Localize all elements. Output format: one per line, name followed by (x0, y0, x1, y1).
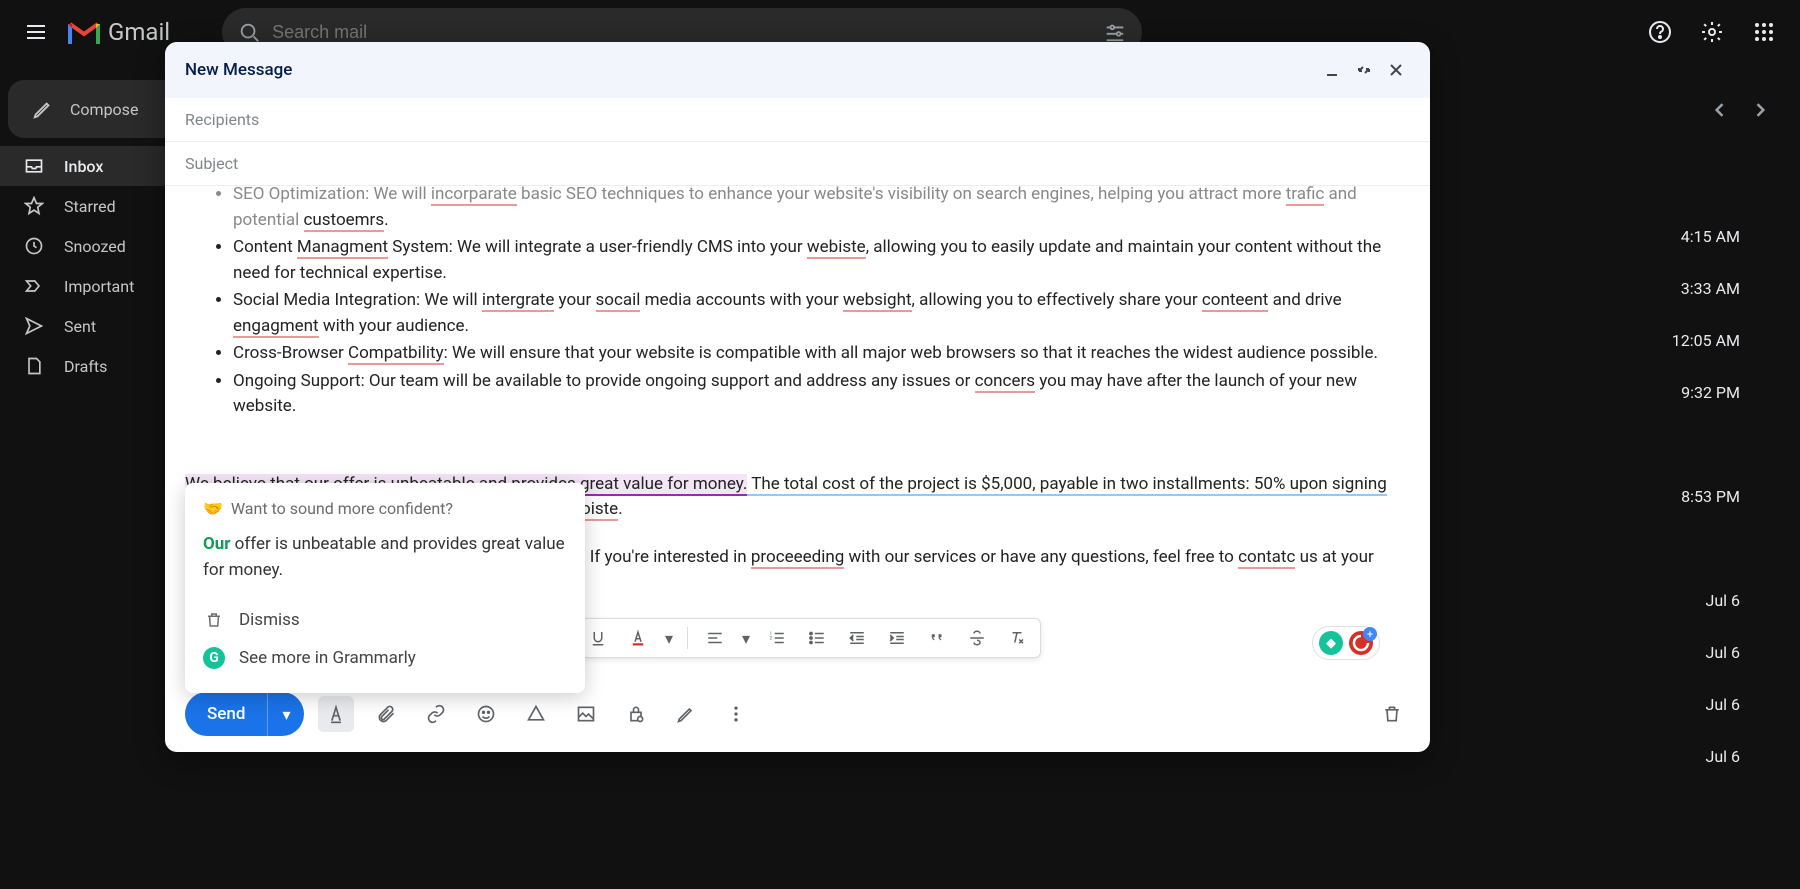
grammarly-suggestion[interactable]: Our offer is unbeatable and provides gre… (203, 532, 567, 583)
search-icon (238, 21, 260, 43)
close-icon[interactable] (1382, 56, 1410, 84)
grammarly-prompt: 🤝 Want to sound more confident? (203, 499, 567, 518)
grammarly-popup: 🤝 Want to sound more confident? Our offe… (185, 483, 585, 693)
send-icon (24, 316, 44, 336)
attach-icon[interactable] (368, 696, 404, 732)
minimize-icon[interactable] (1318, 56, 1346, 84)
svg-text:2: 2 (770, 636, 773, 642)
clear-format-icon[interactable] (1004, 625, 1030, 651)
gmail-logo[interactable]: Gmail (68, 18, 170, 46)
grammarly-status-icon: + (1349, 631, 1373, 655)
sidebar-item-label: Drafts (64, 357, 107, 376)
subject-field[interactable]: Subject (165, 142, 1430, 186)
text-color-icon[interactable] (625, 625, 651, 651)
list-item: Social Media Integration: We will interg… (233, 288, 1410, 339)
chevron-left-icon[interactable] (1710, 100, 1730, 120)
image-icon[interactable] (568, 696, 604, 732)
list-item: Cross-Browser Compatbility: We will ensu… (233, 341, 1410, 367)
list-item: SEO Optimization: We will incorparate ba… (233, 186, 1410, 233)
plus-badge-icon: + (1363, 627, 1377, 641)
send-button[interactable]: Send ▾ (185, 692, 304, 736)
sidebar-item-label: Snoozed (64, 237, 126, 256)
grammarly-diamond-icon: ◆ (1319, 631, 1343, 655)
file-icon (24, 356, 44, 376)
body-paragraph: . If you're interested in proceeeding wi… (581, 545, 1410, 571)
body-paragraph: oiste. (581, 497, 1410, 523)
compose-title: New Message (185, 60, 292, 80)
strikethrough-icon[interactable] (964, 625, 990, 651)
fullscreen-icon[interactable] (1350, 56, 1378, 84)
signature-icon[interactable] (668, 696, 704, 732)
link-icon[interactable] (418, 696, 454, 732)
grammarly-logo-icon: G (203, 647, 225, 669)
pencil-icon (32, 98, 54, 120)
indent-more-icon[interactable] (884, 625, 910, 651)
grammarly-seemore-button[interactable]: G See more in Grammarly (203, 639, 567, 677)
trash-icon[interactable] (1374, 696, 1410, 732)
grammarly-badge[interactable]: ◆ + (1312, 626, 1380, 660)
recipients-field[interactable]: Recipients (165, 98, 1430, 142)
indent-less-icon[interactable] (844, 625, 870, 651)
more-icon[interactable] (718, 696, 754, 732)
emoji-icon[interactable] (468, 696, 504, 732)
compose-header: New Message (165, 42, 1430, 98)
sidebar-item-label: Starred (64, 197, 116, 216)
help-icon[interactable] (1640, 12, 1680, 52)
search-input[interactable] (272, 22, 1092, 43)
grammarly-dismiss-button[interactable]: Dismiss (203, 601, 567, 639)
sidebar-item-label: Sent (64, 317, 96, 336)
tune-icon[interactable] (1104, 21, 1126, 43)
align-icon[interactable] (702, 625, 728, 651)
list-item: Content Managment System: We will integr… (233, 235, 1410, 286)
bullet-list-icon[interactable] (804, 625, 830, 651)
underline-icon[interactable] (585, 625, 611, 651)
important-icon (24, 276, 44, 296)
sidebar-item-label: Inbox (64, 157, 103, 176)
apps-icon[interactable] (1744, 12, 1784, 52)
chevron-right-icon[interactable] (1750, 100, 1770, 120)
format-icon[interactable] (318, 696, 354, 732)
send-more-dropdown[interactable]: ▾ (267, 693, 304, 736)
numbered-list-icon[interactable]: 12 (764, 625, 790, 651)
gear-icon[interactable] (1692, 12, 1732, 52)
trash-icon (203, 609, 225, 631)
menu-icon[interactable] (16, 12, 56, 52)
quote-icon[interactable] (924, 625, 950, 651)
pagination-arrows (1710, 100, 1770, 120)
confidential-icon[interactable] (618, 696, 654, 732)
star-icon (24, 196, 44, 216)
app-name: Gmail (108, 18, 170, 46)
inbox-icon (24, 156, 44, 176)
drive-icon[interactable] (518, 696, 554, 732)
compose-label: Compose (70, 100, 138, 119)
format-toolbar: ▾ ▾ 12 (574, 618, 1041, 658)
clock-icon (24, 236, 44, 256)
sidebar-item-label: Important (64, 277, 134, 296)
list-item: Ongoing Support: Our team will be availa… (233, 369, 1410, 420)
send-label: Send (185, 692, 267, 736)
